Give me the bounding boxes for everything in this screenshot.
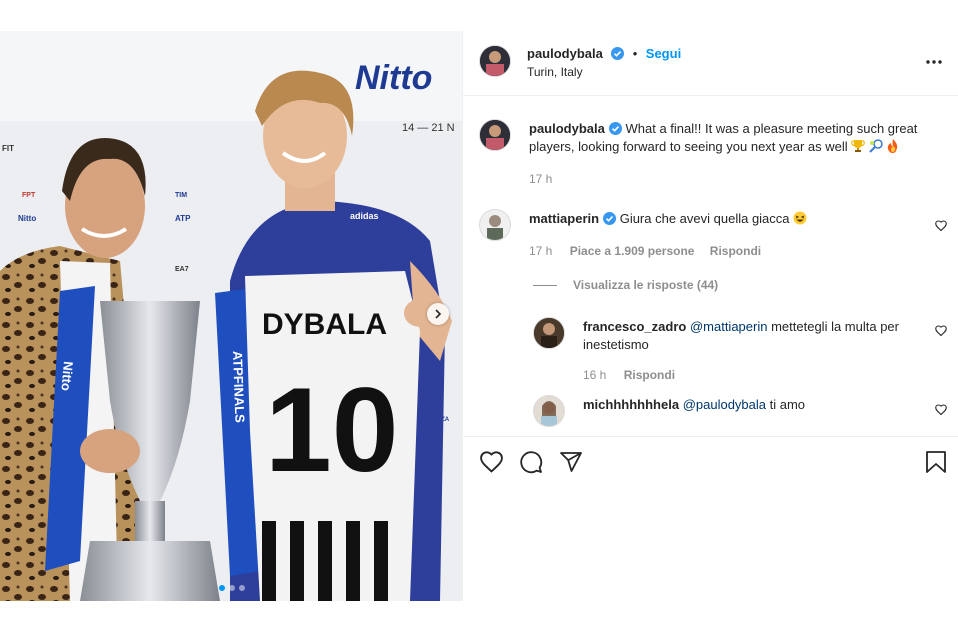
sponsor-atp: ATP	[175, 214, 191, 223]
view-replies-label: Visualizza le risposte (44)	[573, 278, 719, 292]
share-send-icon[interactable]	[559, 450, 583, 474]
reply-avatar[interactable]	[533, 395, 565, 427]
caption-username[interactable]: paulodybala	[529, 121, 605, 136]
avatar-image	[480, 120, 510, 150]
sponsor-nitto-small: Nitto	[18, 214, 36, 223]
caption-time[interactable]: 17 h	[529, 172, 552, 186]
sponsor-ea7: EA7	[175, 266, 189, 273]
verified-badge-icon	[611, 47, 625, 60]
comment-avatar[interactable]	[479, 209, 511, 241]
post-location[interactable]: Turin, Italy	[527, 65, 583, 79]
carousel-next-button[interactable]	[427, 303, 449, 325]
comment-icon[interactable]	[519, 450, 543, 474]
jersey-name: DYBALA	[262, 308, 387, 341]
reply-mention[interactable]: @mattiaperin	[690, 319, 768, 334]
author-avatar[interactable]	[479, 45, 511, 77]
comment-1: mattiaperin Giura che avevi quella giacc…	[529, 210, 929, 228]
caption: paulodybala What a final!! It was a plea…	[529, 120, 949, 156]
reply-mention[interactable]: @paulodybala	[683, 397, 766, 412]
post-actions-bar	[463, 436, 958, 487]
sponsor-tim: TIM	[175, 192, 187, 199]
laughing-emoji-icon	[793, 211, 807, 225]
post-side-panel: paulodybala • Segui Turin, Italy paulody…	[462, 31, 958, 601]
more-options-icon[interactable]	[925, 59, 943, 65]
reply-username[interactable]: michhhhhhhela	[583, 397, 679, 412]
post-photo[interactable]: FIT FPT Nitto TIM ATP EA7 LAVAZZA ATP Ni…	[0, 31, 462, 601]
view-replies-toggle[interactable]: Visualizza le risposte (44)	[533, 278, 718, 292]
reply-avatar[interactable]	[533, 317, 565, 349]
reply-meta: 16 h Rispondi	[583, 368, 675, 382]
reply-1: francesco_zadro @mattiaperin mettetegli …	[583, 318, 923, 354]
reply-like-heart-icon[interactable]	[935, 404, 947, 415]
verified-badge-icon	[608, 122, 622, 135]
reply-button[interactable]: Rispondi	[624, 368, 675, 382]
event-dates: 14 — 21 N	[402, 122, 455, 134]
verified-badge-icon	[603, 212, 617, 225]
post-header: paulodybala • Segui Turin, Italy	[463, 31, 958, 96]
svg-text:adidas: adidas	[350, 211, 379, 221]
comment-text: Giura che avevi quella giacca	[619, 211, 790, 226]
reply-username[interactable]: francesco_zadro	[583, 319, 686, 334]
sponsor-fit: FIT	[2, 144, 14, 153]
nitto-banner-text: Nitto	[355, 59, 432, 97]
carousel-dot	[229, 585, 235, 591]
carousel-dot	[239, 585, 245, 591]
comment-time[interactable]: 17 h	[529, 244, 552, 258]
comment-like-heart-icon[interactable]	[935, 220, 947, 231]
avatar-image	[534, 318, 564, 348]
sponsor-fpt: FPT	[22, 192, 36, 199]
author-username[interactable]: paulodybala	[527, 46, 603, 61]
reply-text: ti amo	[769, 397, 806, 412]
save-bookmark-icon[interactable]	[925, 450, 947, 474]
avatar-image	[480, 210, 510, 240]
ribbon-left-text: Nitto	[58, 361, 76, 392]
trophy-emoji-icon	[851, 140, 866, 152]
header-userline: paulodybala • Segui	[527, 45, 681, 63]
reply-time[interactable]: 16 h	[583, 368, 606, 382]
caption-avatar[interactable]	[479, 119, 511, 151]
separator-dot: •	[632, 46, 638, 61]
reply-2: michhhhhhhela @paulodybala ti amo	[583, 396, 923, 414]
comment-username[interactable]: mattiaperin	[529, 211, 599, 226]
jersey-number: 10	[265, 363, 398, 497]
avatar-image	[534, 396, 564, 426]
follow-button[interactable]: Segui	[646, 46, 681, 61]
comment-meta: 17 h Piace a 1.909 persone Rispondi	[529, 244, 761, 258]
replies-line	[533, 285, 557, 287]
like-heart-icon[interactable]	[479, 450, 504, 473]
chevron-right-icon	[435, 309, 442, 319]
instagram-post: FIT FPT Nitto TIM ATP EA7 LAVAZZA ATP Ni…	[0, 31, 958, 601]
carousel-dot-active	[219, 585, 225, 591]
tennis-emoji-icon	[869, 139, 883, 153]
ribbon-right-text: ATPFINALS	[230, 351, 248, 424]
reply-like-heart-icon[interactable]	[935, 325, 947, 336]
post-image: FIT FPT Nitto TIM ATP EA7 LAVAZZA ATP Ni…	[0, 31, 462, 601]
comment-likes[interactable]: Piace a 1.909 persone	[570, 244, 695, 258]
fire-emoji-icon	[887, 139, 897, 153]
avatar-image	[480, 46, 510, 76]
carousel-indicator	[219, 585, 245, 591]
reply-button[interactable]: Rispondi	[710, 244, 761, 258]
